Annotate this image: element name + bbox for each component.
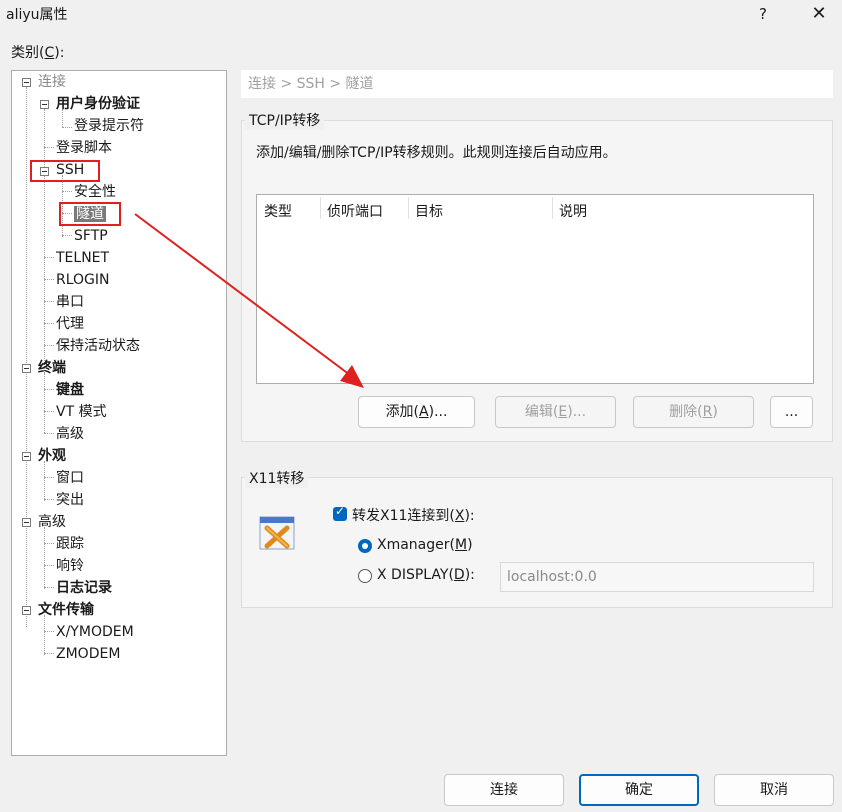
x11-icon xyxy=(259,516,295,550)
tree-item-advanced[interactable]: 高级 xyxy=(38,512,66,532)
tree-item-security[interactable]: 安全性 xyxy=(74,182,116,202)
tree-item-trace[interactable]: 跟踪 xyxy=(56,534,84,554)
column-header-description[interactable]: 说明 xyxy=(559,201,587,221)
delete-rule-button[interactable]: 删除(R) xyxy=(633,396,754,428)
cancel-button[interactable]: 取消 xyxy=(714,774,834,806)
help-button[interactable]: ? xyxy=(750,2,776,26)
tree-item-xymodem[interactable]: X/YMODEM xyxy=(56,622,134,642)
x11-forwarding-title: X11转移 xyxy=(245,468,309,488)
close-button[interactable]: ✕ xyxy=(806,2,832,26)
tree-item-keyboard[interactable]: 键盘 xyxy=(56,380,84,400)
tree-item-user-auth[interactable]: 用户身份验证 xyxy=(56,94,140,114)
tree-item-terminal-advanced[interactable]: 高级 xyxy=(56,424,84,444)
tcp-forwarding-description: 添加/编辑/删除TCP/IP转移规则。此规则连接后自动应用。 xyxy=(256,145,617,161)
expand-file-transfer-icon[interactable] xyxy=(22,606,31,615)
xmanager-label[interactable]: Xmanager(M) xyxy=(377,537,473,553)
window-title: aliyu属性 xyxy=(6,7,68,23)
tree-item-rlogin[interactable]: RLOGIN xyxy=(56,270,110,290)
tree-item-highlight[interactable]: 突出 xyxy=(56,490,84,510)
x-display-label[interactable]: X DISPLAY(D): xyxy=(377,567,475,583)
more-options-button[interactable]: ... xyxy=(770,396,813,428)
annotation-box-tunnel xyxy=(59,202,121,226)
tree-item-bell[interactable]: 响铃 xyxy=(56,556,84,576)
column-header-type[interactable]: 类型 xyxy=(264,201,292,221)
expand-user-auth-icon[interactable] xyxy=(40,100,49,109)
column-header-listen-port[interactable]: 侦听端口 xyxy=(327,201,383,221)
tree-item-connection[interactable]: 连接 xyxy=(38,72,66,92)
edit-rule-button[interactable]: 编辑(E)... xyxy=(495,396,616,428)
tree-item-login-prompt[interactable]: 登录提示符 xyxy=(74,116,144,136)
tree-item-proxy[interactable]: 代理 xyxy=(56,314,84,334)
tree-item-login-script[interactable]: 登录脚本 xyxy=(56,138,112,158)
add-rule-button[interactable]: 添加(A)... xyxy=(358,396,475,428)
tree-item-terminal[interactable]: 终端 xyxy=(38,358,66,378)
tree-item-keepalive[interactable]: 保持活动状态 xyxy=(56,336,140,356)
category-label: 类别(C): xyxy=(11,45,65,61)
xmanager-radio[interactable] xyxy=(358,539,372,553)
annotation-box-ssh xyxy=(30,160,100,182)
x-display-input[interactable]: localhost:0.0 xyxy=(500,562,814,592)
expand-terminal-icon[interactable] xyxy=(22,364,31,373)
tree-item-zmodem[interactable]: ZMODEM xyxy=(56,644,120,664)
expand-appearance-icon[interactable] xyxy=(22,452,31,461)
tree-item-logging[interactable]: 日志记录 xyxy=(56,578,112,598)
expand-advanced-icon[interactable] xyxy=(22,518,31,527)
title-bar xyxy=(0,0,842,30)
expand-connection-icon[interactable] xyxy=(22,78,31,87)
tree-item-serial[interactable]: 串口 xyxy=(56,292,84,312)
x-display-radio[interactable] xyxy=(358,569,372,583)
forward-x11-label[interactable]: 转发X11连接到(X): xyxy=(352,505,475,525)
tree-item-telnet[interactable]: TELNET xyxy=(56,248,109,268)
tree-item-sftp[interactable]: SFTP xyxy=(74,226,108,246)
tree-item-vt-mode[interactable]: VT 模式 xyxy=(56,402,107,422)
ok-button[interactable]: 确定 xyxy=(579,774,699,806)
forward-x11-checkbox[interactable] xyxy=(333,504,347,521)
tree-item-window[interactable]: 窗口 xyxy=(56,468,84,488)
column-header-destination[interactable]: 目标 xyxy=(415,201,443,221)
connect-button[interactable]: 连接 xyxy=(444,774,564,806)
tree-item-file-transfer[interactable]: 文件传输 xyxy=(38,600,94,620)
forwarding-rule-table[interactable]: 类型 侦听端口 目标 说明 xyxy=(256,194,814,384)
breadcrumb: 连接 > SSH > 隧道 xyxy=(241,70,833,98)
tcp-forwarding-title: TCP/IP转移 xyxy=(245,110,325,130)
tree-item-appearance[interactable]: 外观 xyxy=(38,446,66,466)
